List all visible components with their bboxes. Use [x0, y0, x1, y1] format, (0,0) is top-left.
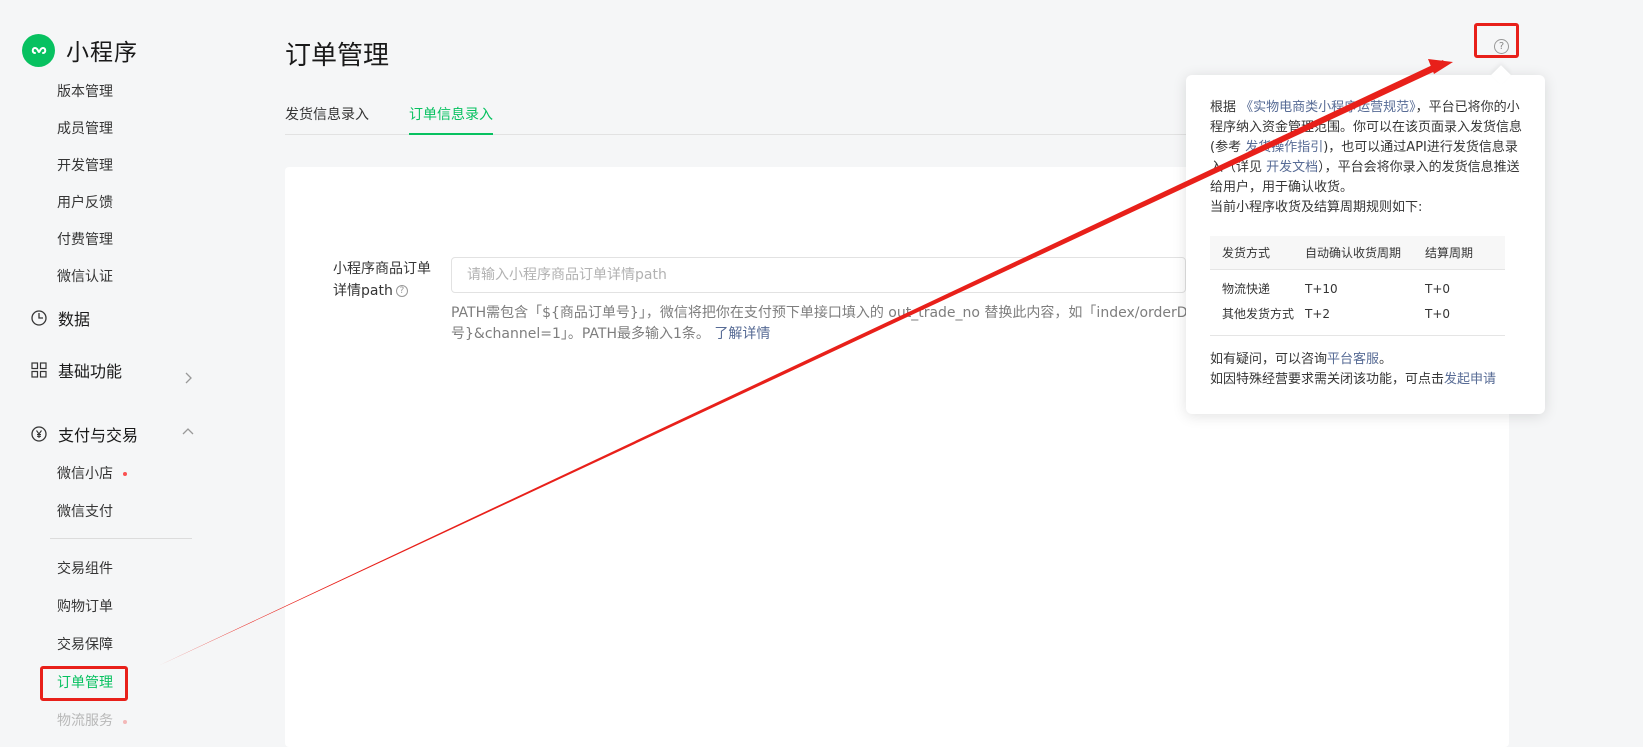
app-logo[interactable]: 小程序 [22, 33, 138, 67]
path-hint-text: 号}&channel=1」。PATH最多输入1条。 [451, 326, 710, 342]
order-path-label: 小程序商品订单详情path? [333, 258, 443, 302]
popover-text: 如有疑问，可以咨询 [1210, 352, 1328, 367]
popover-text: 根据 [1210, 100, 1237, 115]
sidebar-group-label: 数据 [58, 310, 91, 329]
table-cell: 物流快递 [1222, 282, 1271, 296]
grid-icon [30, 361, 48, 379]
page-title: 订单管理 [285, 41, 390, 71]
notification-dot [123, 720, 127, 724]
sidebar-item-feedback[interactable]: 用户反馈 [57, 193, 113, 213]
table-header: 发货方式 自动确认收货周期 结算周期 [1210, 236, 1505, 270]
question-icon[interactable]: ? [395, 285, 408, 297]
sidebar-item-members[interactable]: 成员管理 [57, 119, 113, 139]
sidebar-item-dev[interactable]: 开发管理 [57, 156, 113, 176]
sidebar-group-label: 支付与交易 [58, 426, 139, 445]
table-divider [1210, 335, 1505, 336]
sidebar-item-version[interactable]: 版本管理 [57, 82, 113, 102]
ops-spec-link[interactable]: 《实物电商类小程序运营规范》 [1240, 100, 1416, 115]
table-cell: 其他发货方式 [1222, 307, 1295, 321]
table-header-cell: 自动确认收货周期 [1305, 246, 1402, 260]
popover-footer-line2: 如因特殊经营要求需关闭该功能，可点击发起申请 [1210, 370, 1530, 390]
sidebar-item-paid[interactable]: 付费管理 [57, 230, 113, 250]
sidebar-item-verify[interactable]: 微信认证 [57, 267, 113, 287]
settlement-rules-table: 发货方式 自动确认收货周期 结算周期 物流快递 T+10 T+0 其他发货方式 … [1210, 236, 1505, 336]
arrow-head [1428, 59, 1453, 74]
popover-footer-line1: 如有疑问，可以咨询平台客服。 [1210, 350, 1530, 370]
popover-text: 如因特殊经营要求需关闭该功能，可点击 [1210, 372, 1445, 387]
apply-link[interactable]: 发起申请 [1444, 372, 1496, 387]
popover-rules-intro: 当前小程序收货及结算周期规则如下: [1210, 200, 1423, 215]
sidebar-group-pay[interactable]: 支付与交易 [30, 422, 138, 446]
tab-shipping-info[interactable]: 发货信息录入 [285, 104, 369, 135]
tab-order-info[interactable]: 订单信息录入 [409, 104, 493, 135]
sidebar-group-data[interactable]: 数据 [30, 306, 90, 330]
clock-pie-icon [30, 309, 48, 327]
sidebar: 小程序 版本管理 成员管理 开发管理 用户反馈 付费管理 微信认证 数据 基础功… [0, 0, 230, 747]
popover-intro: 根据 《实物电商类小程序运营规范》，平台已将你的小程序纳入资金管理范围。你可以在… [1210, 98, 1525, 218]
table-cell: T+10 [1305, 281, 1338, 296]
sidebar-item-trade-component[interactable]: 交易组件 [57, 559, 113, 579]
table-cell: T+2 [1305, 306, 1331, 321]
miniprogram-logo-icon [22, 33, 55, 67]
logo-text: 小程序 [66, 40, 138, 66]
table-row: 物流快递 T+10 T+0 [1210, 276, 1505, 301]
path-hint-line1: PATH需包含「${商品订单号}」，微信将把你在支付预下单接口填入的 out_t… [451, 305, 1188, 321]
popover-text: 。 [1379, 352, 1393, 367]
order-path-label-text: 小程序商品订单详情path [333, 261, 431, 299]
sidebar-divider [50, 538, 192, 539]
chevron-right-icon[interactable] [181, 371, 195, 385]
learn-more-link[interactable]: 了解详情 [714, 326, 770, 342]
yen-circle-icon [30, 425, 48, 443]
sidebar-item-logistics[interactable]: 物流服务 [57, 711, 113, 731]
annotation-box-help [1474, 23, 1519, 58]
sidebar-group-label: 基础功能 [58, 362, 123, 381]
sidebar-item-trade-guarantee[interactable]: 交易保障 [57, 635, 113, 655]
path-hint-line2: 号}&channel=1」。PATH最多输入1条。 了解详情 [451, 323, 770, 345]
sidebar-group-basic[interactable]: 基础功能 [30, 358, 122, 382]
order-path-input[interactable]: 请输入小程序商品订单详情path [451, 257, 1186, 293]
customer-service-link[interactable]: 平台客服 [1327, 352, 1379, 367]
table-header-cell: 结算周期 [1425, 246, 1474, 260]
chevron-up-icon[interactable] [181, 425, 195, 439]
dev-docs-link[interactable]: 开发文档 [1266, 160, 1318, 175]
table-header-cell: 发货方式 [1222, 246, 1271, 260]
table-row: 其他发货方式 T+2 T+0 [1210, 301, 1505, 326]
notification-dot [123, 472, 127, 476]
table-cell: T+0 [1425, 306, 1451, 321]
table-cell: T+0 [1425, 281, 1451, 296]
sidebar-item-wechat-pay[interactable]: 微信支付 [57, 502, 113, 522]
sidebar-item-shopping-orders[interactable]: 购物订单 [57, 597, 113, 617]
annotation-box-sidebar [40, 666, 128, 701]
sidebar-item-wechat-shop[interactable]: 微信小店 [57, 464, 113, 484]
shipping-guide-link[interactable]: 发货操作指引 [1245, 140, 1323, 155]
popover-footer: 如有疑问，可以咨询平台客服。 如因特殊经营要求需关闭该功能，可点击发起申请 [1210, 350, 1530, 390]
